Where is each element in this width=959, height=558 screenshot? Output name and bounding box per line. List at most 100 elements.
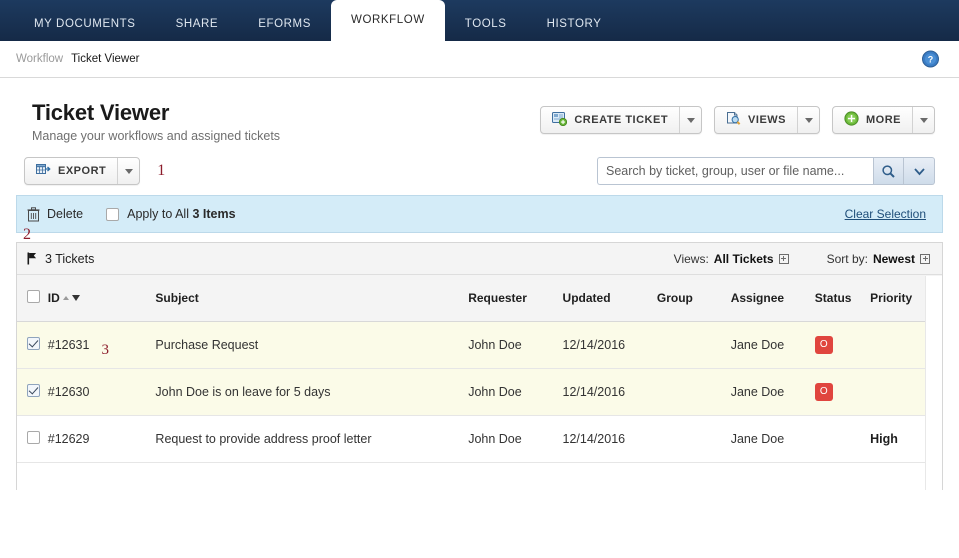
help-circle-icon[interactable]: ?	[922, 50, 939, 68]
row-id-cell: #12629	[47, 415, 156, 463]
row-select-cell	[17, 368, 48, 416]
row-subject[interactable]: Request to provide address proof letter	[155, 415, 469, 463]
export-table-icon	[36, 163, 51, 180]
clear-selection-link[interactable]: Clear Selection	[845, 207, 926, 221]
tickets-panel: 3 Tickets Views: All Tickets Sort by: Ne…	[16, 242, 943, 490]
chevron-down-icon	[124, 168, 133, 174]
breadcrumb-parent[interactable]: Workflow	[16, 53, 63, 65]
more-button[interactable]: MORE	[832, 106, 935, 134]
header-id[interactable]: ID	[47, 275, 156, 322]
header-status[interactable]: Status	[814, 275, 871, 322]
breadcrumb: Workflow Ticket Viewer ?	[0, 41, 959, 78]
nav-tab-workflow[interactable]: WORKFLOW	[330, 0, 445, 41]
export-button[interactable]: EXPORT	[24, 157, 141, 185]
header-subject[interactable]: Subject	[155, 275, 469, 322]
row-group	[656, 321, 731, 369]
status-badge[interactable]: O	[814, 335, 833, 354]
table-scroll-gutter[interactable]	[925, 276, 942, 490]
priority-label: High	[870, 431, 898, 446]
top-navigation-bar: MY DOCUMENTS SHARE EFORMS WORKFLOW TOOLS…	[0, 0, 959, 41]
nav-tab-my-documents[interactable]: MY DOCUMENTS	[14, 8, 156, 41]
search-area	[597, 157, 935, 185]
sort-by-prefix: Sort by:	[826, 251, 868, 266]
page-title-block: Ticket Viewer Manage your workflows and …	[32, 100, 280, 143]
row-subject[interactable]: Purchase Request	[155, 321, 469, 369]
delete-selected-button[interactable]: Delete	[27, 206, 84, 222]
apply-to-all-count: 3 Items	[192, 207, 236, 221]
list-toolbar: EXPORT 1	[0, 143, 959, 195]
create-ticket-icon	[552, 111, 568, 129]
row-id[interactable]: #12629	[48, 432, 90, 446]
row-requester: John Doe	[468, 321, 563, 369]
chevron-down-icon	[913, 167, 925, 175]
tickets-table: ID Subject Requester Updated Group Assig…	[17, 275, 942, 463]
nav-tab-history[interactable]: HISTORY	[527, 8, 622, 41]
table-row[interactable]: #12629 Request to provide address proof …	[17, 415, 942, 463]
status-badge[interactable]: O	[814, 382, 833, 401]
tickets-panel-controls: Views: All Tickets Sort by: Newest	[674, 252, 930, 266]
search-input[interactable]	[597, 157, 873, 185]
delete-label: Delete	[47, 207, 84, 221]
views-button[interactable]: VIEWS	[714, 106, 820, 134]
row-checkbox[interactable]	[27, 430, 40, 444]
sort-ascending-icon[interactable]	[62, 295, 69, 300]
create-ticket-label: CREATE TICKET	[574, 114, 669, 126]
header-action-buttons: CREATE TICKET VIEWS MORE	[540, 100, 935, 134]
views-button-main[interactable]: VIEWS	[715, 107, 797, 133]
row-status	[814, 415, 871, 463]
expand-box-icon[interactable]	[778, 253, 789, 264]
create-ticket-button-main[interactable]: CREATE TICKET	[541, 107, 679, 133]
nav-tab-tools[interactable]: TOOLS	[445, 8, 527, 41]
table-row[interactable]: #12630 John Doe is on leave for 5 days J…	[17, 368, 942, 416]
trash-icon	[27, 206, 40, 221]
header-updated[interactable]: Updated	[562, 275, 657, 322]
header-id-label: ID	[47, 290, 60, 305]
nav-tab-eforms[interactable]: EFORMS	[238, 8, 331, 41]
sort-descending-icon[interactable]	[71, 294, 80, 301]
views-dropdown[interactable]	[797, 107, 819, 133]
more-dropdown[interactable]	[912, 107, 934, 133]
tickets-count-label: 3 Tickets	[45, 251, 95, 266]
row-requester: John Doe	[468, 415, 563, 463]
export-dropdown[interactable]	[117, 158, 139, 184]
row-subject[interactable]: John Doe is on leave for 5 days	[155, 368, 469, 416]
apply-to-all-control[interactable]: Apply to All 3 Items	[106, 207, 236, 221]
tickets-table-head: ID Subject Requester Updated Group Assig…	[17, 275, 942, 322]
create-ticket-button[interactable]: CREATE TICKET	[540, 106, 703, 134]
nav-tab-share[interactable]: SHARE	[156, 8, 239, 41]
create-ticket-dropdown[interactable]	[679, 107, 701, 133]
export-button-main[interactable]: EXPORT	[25, 158, 117, 184]
chevron-down-icon	[804, 117, 813, 123]
row-id[interactable]: #12630	[48, 385, 90, 399]
views-filter-control[interactable]: Views: All Tickets	[674, 252, 789, 266]
views-page-search-icon	[726, 111, 741, 129]
header-requester[interactable]: Requester	[468, 275, 563, 322]
row-id-cell: #12631 3	[47, 321, 156, 369]
search-button[interactable]	[873, 157, 904, 185]
header-assignee[interactable]: Assignee	[730, 275, 815, 322]
row-assignee: Jane Doe	[730, 415, 815, 463]
apply-to-all-checkbox[interactable]	[106, 207, 120, 221]
annotation-marker-1: 1	[157, 162, 166, 179]
row-checkbox[interactable]	[27, 336, 40, 350]
page-header: Ticket Viewer Manage your workflows and …	[0, 78, 959, 143]
more-label: MORE	[866, 114, 901, 126]
row-checkbox[interactable]	[27, 383, 40, 397]
row-group	[656, 368, 731, 416]
flag-icon	[27, 252, 37, 265]
expand-box-icon[interactable]	[920, 253, 930, 264]
chevron-down-icon	[686, 117, 695, 123]
row-id-inner: #12629	[48, 432, 156, 446]
header-id-inner: ID	[48, 291, 156, 305]
tickets-panel-header: 3 Tickets Views: All Tickets Sort by: Ne…	[17, 243, 942, 275]
table-row[interactable]: #12631 3 Purchase Request John Doe 12/14…	[17, 321, 942, 369]
header-group[interactable]: Group	[656, 275, 731, 322]
row-id[interactable]: #12631	[48, 338, 90, 352]
row-select-cell	[17, 321, 48, 369]
select-all-checkbox[interactable]	[27, 289, 40, 303]
sort-by-control[interactable]: Sort by: Newest	[827, 252, 930, 266]
views-label: VIEWS	[748, 114, 786, 126]
views-filter-prefix: Views:	[673, 251, 709, 266]
more-button-main[interactable]: MORE	[833, 107, 912, 133]
search-options-dropdown[interactable]	[904, 157, 935, 185]
